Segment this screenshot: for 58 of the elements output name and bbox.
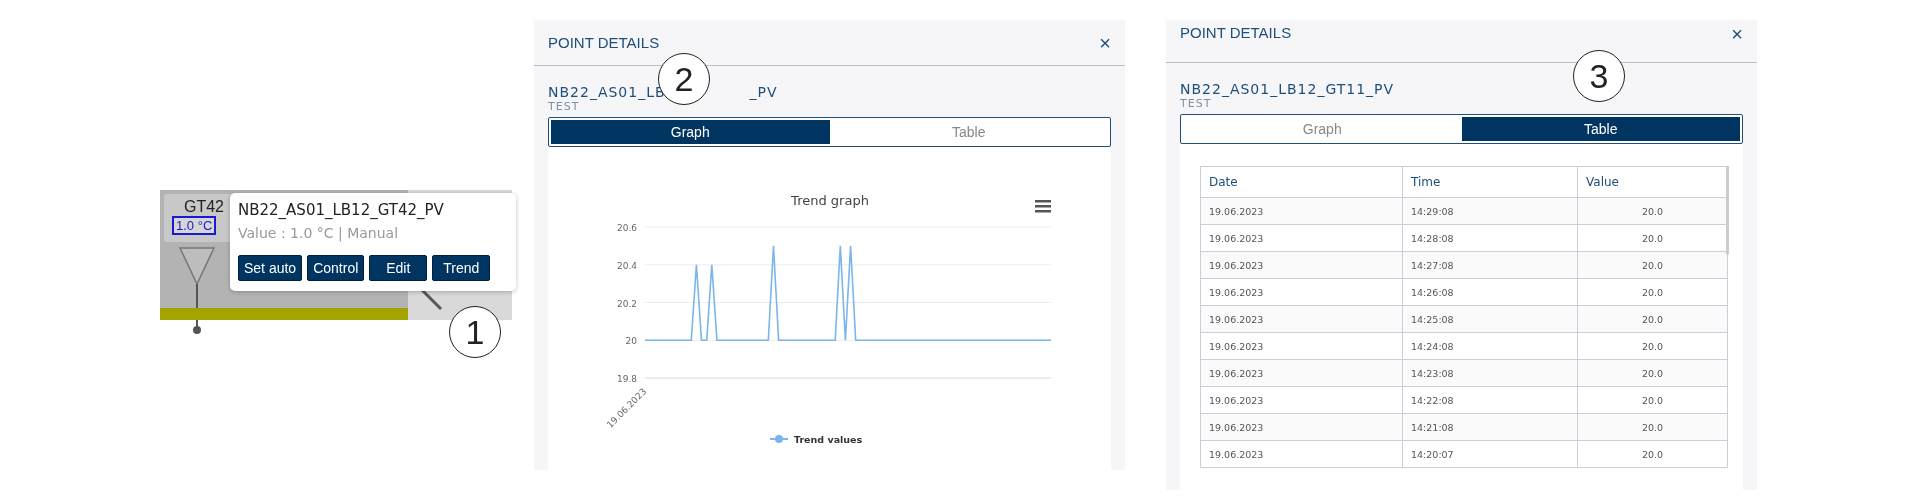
close-button[interactable]: × xyxy=(1099,32,1111,53)
column-header: Time xyxy=(1402,166,1578,198)
table-cell: 19.06.2023 xyxy=(1200,251,1403,279)
action-button[interactable]: Set auto xyxy=(238,255,303,281)
table-cell: 19.06.2023 xyxy=(1200,359,1403,387)
point-name: NB22_AS01_LB12_GT42_PV xyxy=(238,201,445,219)
table-cell: 20.0 xyxy=(1577,305,1728,333)
table-cell: 14:26:08 xyxy=(1402,278,1578,306)
table-cell: 20.0 xyxy=(1577,197,1728,225)
table-cell: 14:20:07 xyxy=(1402,440,1578,468)
close-button[interactable]: × xyxy=(1731,24,1743,44)
point-name: NB22_AS01_LB12_GT11_PV xyxy=(1180,81,1396,97)
action-button[interactable]: Edit xyxy=(369,255,428,281)
table-cell: 19.06.2023 xyxy=(1200,197,1403,225)
table-cell: 14:25:08 xyxy=(1402,305,1578,333)
tab[interactable]: Graph xyxy=(551,120,830,144)
table-cell: 19.06.2023 xyxy=(1200,224,1403,252)
table-cell: 20.0 xyxy=(1577,332,1728,360)
panel-title: POINT DETAILS xyxy=(548,34,660,51)
table-cell: 19.06.2023 xyxy=(1200,332,1403,360)
tab[interactable]: Table xyxy=(1461,117,1740,141)
table-cell: 14:23:08 xyxy=(1402,359,1578,387)
table-cell: 14:21:08 xyxy=(1402,413,1578,441)
table-cell: 19.06.2023 xyxy=(1200,305,1403,333)
table-cell: 19.06.2023 xyxy=(1200,386,1403,414)
action-button[interactable]: Control xyxy=(307,255,365,281)
point-name-end: _PV xyxy=(749,84,778,100)
point-name: NB22_AS01_LB xyxy=(548,84,666,100)
y-tick-label: 20.6 xyxy=(616,223,637,233)
panel-title: POINT DETAILS xyxy=(1180,24,1292,41)
point-subtitle: TEST xyxy=(548,100,581,113)
chart-title: Trend graph xyxy=(791,193,869,208)
table-cell: 20.0 xyxy=(1577,440,1728,468)
point-status: Value : 1.0 °C | Manual xyxy=(238,225,400,241)
table-cell: 14:27:08 xyxy=(1402,251,1578,279)
table-cell: 20.0 xyxy=(1577,251,1728,279)
y-tick-label: 20 xyxy=(625,336,637,347)
table-cell: 14:29:08 xyxy=(1402,197,1578,225)
callout-number: 1 xyxy=(449,306,501,358)
y-tick-label: 19.8 xyxy=(616,374,637,384)
table-cell: 20.0 xyxy=(1577,278,1728,306)
action-button[interactable]: Trend xyxy=(432,255,491,281)
table-cell: 19.06.2023 xyxy=(1200,278,1403,306)
y-tick-label: 20.4 xyxy=(616,260,637,271)
device-label: GT42 xyxy=(184,198,224,216)
table-cell: 19.06.2023 xyxy=(1200,413,1403,441)
point-subtitle: TEST xyxy=(1180,97,1213,110)
table-cell: 14:24:08 xyxy=(1402,332,1578,360)
legend-label[interactable]: Trend values xyxy=(794,434,863,445)
table-cell: 20.0 xyxy=(1577,413,1728,441)
column-header: Date xyxy=(1200,166,1403,198)
y-tick-label: 20.2 xyxy=(616,298,637,309)
table-cell: 19.06.2023 xyxy=(1200,440,1403,468)
table-cell: 14:28:08 xyxy=(1402,224,1578,252)
table-cell: 20.0 xyxy=(1577,359,1728,387)
table-cell: 14:22:08 xyxy=(1402,386,1578,414)
device-reading: 1.0 °C xyxy=(172,216,217,235)
table-cell: 20.0 xyxy=(1577,386,1728,414)
